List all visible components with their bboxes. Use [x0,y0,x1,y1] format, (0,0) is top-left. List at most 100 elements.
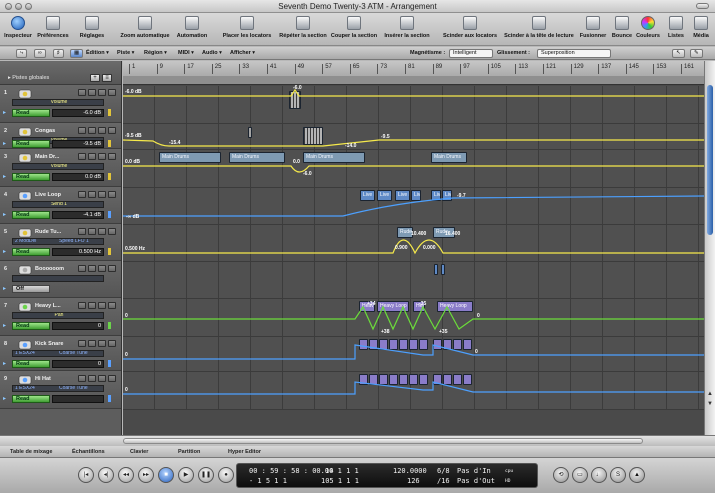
track-name[interactable]: Main Dr... [35,154,59,160]
link-button[interactable]: ∞ [34,49,46,58]
vertical-scrollbar[interactable]: ▲ ▼ [704,61,715,435]
freeze-button[interactable] [108,265,116,272]
disclosure-triangle-icon[interactable]: ▸ [3,140,6,147]
mute-button[interactable] [78,127,86,134]
solo-button[interactable] [88,265,96,272]
global-tracks-label[interactable]: ▸ Pistes globales [8,75,49,81]
freeze-button[interactable] [108,375,116,382]
toolbar-repeat-section-button[interactable]: Répéter la section [277,16,329,39]
record-arm-button[interactable] [98,89,106,96]
edit-menu[interactable]: Édition ▾ [86,50,109,56]
track-header[interactable]: 4 Live Loop Send 1 Read -4.1 dB ▸ [0,187,121,224]
freeze-button[interactable] [108,340,116,347]
automation-mode-button[interactable]: Read [12,173,50,181]
mute-button[interactable] [78,265,86,272]
automation-value[interactable]: 0.500 Hz [52,248,104,256]
disclosure-triangle-icon[interactable]: ▸ [3,322,6,329]
bar-ruler[interactable]: 1 9 17 25 33 41 49 57 65 73 81 89 97 105 113 121 129 137 1… [123,61,704,85]
ruler-bar-number[interactable]: 105 [487,64,501,74]
mute-button[interactable] [78,153,86,160]
track-header[interactable]: 9 Hi Hat 1 ESX24 Coarse Tune Read ▸ [0,371,121,409]
forward-button[interactable]: ▸▸ [138,467,154,483]
automation-value[interactable]: 0 [52,322,104,330]
toolbar-inspecteur-button[interactable]: Inspecteur [3,16,33,39]
division[interactable]: /16 [437,477,450,485]
track-header[interactable]: 5 Rude Tu... 2 ModDel Speed LFO 1 Read 0.500 … [0,224,121,261]
solo-button[interactable] [88,375,96,382]
global-tracks-header[interactable]: ▸ Pistes globales + ≡ [0,61,121,85]
catch-button[interactable]: ♯ [53,49,64,58]
track-name[interactable]: Congas [35,128,55,134]
disclosure-triangle-icon[interactable]: ▸ [3,248,6,255]
automation-mode-button[interactable]: Read [12,211,50,219]
automation-parameter-select[interactable]: 2 ModDel Speed LFO 1 [12,238,104,245]
record-arm-button[interactable] [98,375,106,382]
ruler-bar-number[interactable]: 41 [267,64,277,74]
automation-curve-tune[interactable] [123,381,704,395]
mute-button[interactable] [78,375,86,382]
tab-score[interactable]: Partition [178,449,200,455]
replace-button[interactable]: ▭ [572,467,588,483]
automation-mode-button[interactable]: Read [12,360,50,368]
audio-menu[interactable]: Audio ▾ [202,50,222,56]
previous-button[interactable]: ◂| [98,467,114,483]
ruler-bar-number[interactable]: 1 [129,64,135,74]
ruler-bar-number[interactable]: 33 [239,64,249,74]
solo-button[interactable] [88,191,96,198]
track-header[interactable]: 1 Volume Read -6.0 dB ▸ [0,85,121,123]
automation-curve-tune[interactable] [123,344,704,360]
region-menu[interactable]: Région ▾ [144,50,167,56]
automation-mode-button[interactable]: Read [12,248,50,256]
ruler-bar-number[interactable]: 97 [460,64,470,74]
toolbar-merge-button[interactable]: Fusionner [578,16,608,39]
toolbar-split-playhead-button[interactable]: Scinder à la tête de lecture [501,16,577,39]
automation-curve-volume[interactable] [123,139,704,147]
automation-curve-pan[interactable] [123,305,704,331]
metronome-button[interactable]: ▲ [629,467,645,483]
solo-button[interactable] [88,228,96,235]
tracks-area[interactable]: Main Drums Main Drums Main Drums Main Drums… [123,85,704,435]
pause-button[interactable]: ❚❚ [198,467,214,483]
track-name[interactable]: Boooooom [35,266,64,272]
automation-value[interactable]: 0 [52,360,104,368]
record-arm-button[interactable] [98,153,106,160]
automation-parameter-select[interactable]: 1 ESX24 Coarse Tune [12,385,104,392]
toolbar-lists-button[interactable]: Listes [664,16,688,39]
add-track-button[interactable]: + [90,74,100,82]
track-name[interactable]: Live Loop [35,192,61,198]
track-header[interactable]: 2CongasVolumeRead-9.5 dB▸ [0,123,121,149]
track-header[interactable]: 6 Boooooom Off ▸ [0,261,121,298]
ruler-bar-number[interactable]: 153 [653,64,666,74]
record-arm-button[interactable] [98,265,106,272]
drag-select[interactable]: Superposition [537,49,611,58]
solo-button[interactable] [88,340,96,347]
solo-button[interactable] [88,302,96,309]
automation-parameter-select[interactable]: 1 ESX24 Coarse Tune [12,350,104,357]
toolbar-insert-section-button[interactable]: Insérer la section [381,16,433,39]
ruler-bar-number[interactable]: 121 [543,64,556,74]
automation-mode-button[interactable]: Read [12,395,50,403]
mute-button[interactable] [78,340,86,347]
go-to-start-button[interactable]: |◂ [78,467,94,483]
automation-value[interactable]: -9.5 dB [52,140,104,148]
horizontal-scroll-thumb[interactable] [123,438,643,444]
tempo-value[interactable]: 120.0000 [393,467,427,475]
automation-mode-button[interactable]: Read [12,109,50,117]
ruler-bar-number[interactable]: 25 [211,64,221,74]
freeze-button[interactable] [108,302,116,309]
freeze-button[interactable] [108,153,116,160]
arrange-area[interactable]: 1 9 17 25 33 41 49 57 65 73 81 89 97 105 113 121 129 137 1… [123,61,704,435]
automation-overlay[interactable]: -6.0 dB -6.0 -9.5 dB -15.4 -14.0 -9.5 0.0 dB 0.… [123,85,704,435]
freeze-button[interactable] [108,191,116,198]
midi-menu[interactable]: MIDI ▾ [178,50,194,56]
automation-mode-button[interactable]: Off [12,285,50,293]
automation-mode-button[interactable]: Read [12,140,50,148]
pointer-tool-button[interactable]: ↖ [672,49,685,58]
toolbar-preferences-button[interactable]: Préférences [33,16,73,39]
ruler-bar-number[interactable]: 49 [294,64,304,74]
ruler-bar-number[interactable]: 113 [515,64,528,74]
view-button[interactable]: ▦ [70,49,84,58]
ruler-bar-number[interactable]: 89 [432,64,442,74]
freeze-button[interactable] [108,127,116,134]
transport-display[interactable]: 00 : 59 : 58 : 00.00 - 1 5 1 1 14 1 1 1 … [236,463,538,488]
